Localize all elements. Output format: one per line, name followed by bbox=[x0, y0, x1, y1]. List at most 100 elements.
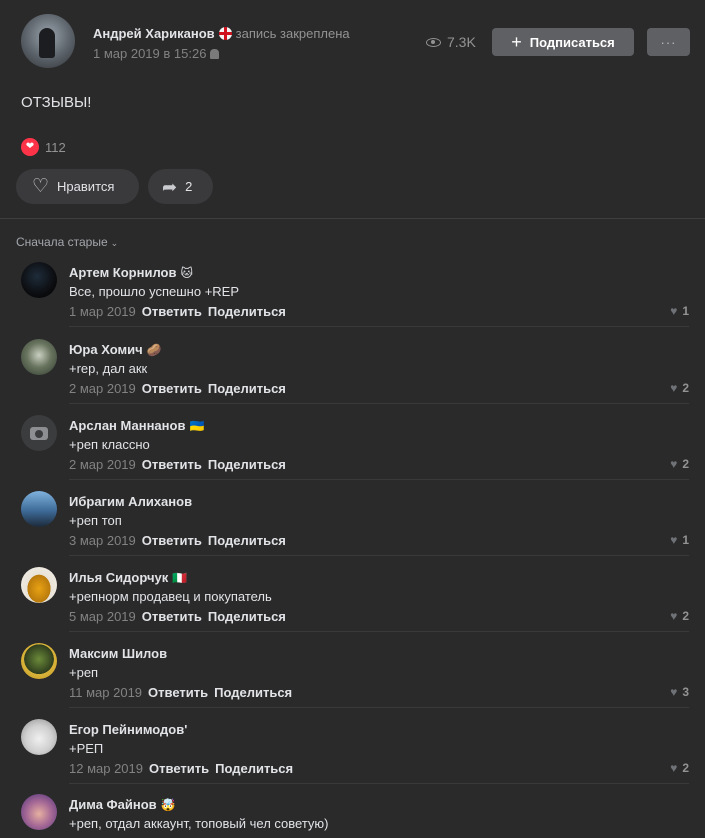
comment-like-count: 2 bbox=[682, 457, 689, 471]
comment-text: +репнорм продавец и покупатель bbox=[69, 589, 272, 604]
heart-icon: ♥ bbox=[670, 457, 678, 471]
comment-divider bbox=[69, 403, 689, 404]
commenter-avatar[interactable] bbox=[21, 339, 57, 375]
status-emoji-icon: 🐱 bbox=[180, 266, 194, 280]
reactions-summary[interactable]: ❤ 112 bbox=[21, 138, 66, 156]
commenter-name[interactable]: Максим Шилов bbox=[69, 646, 167, 661]
author-name-row: Андрей Хариканов запись закреплена bbox=[93, 26, 350, 41]
comment-like-count: 1 bbox=[682, 304, 689, 318]
comment-like-button[interactable]: ♥ 1 bbox=[670, 304, 689, 318]
heart-icon: ♥ bbox=[670, 761, 678, 775]
comment-date[interactable]: 2 мар 2019 bbox=[69, 457, 136, 472]
heart-icon: ♥ bbox=[670, 609, 678, 623]
reply-button[interactable]: Ответить bbox=[149, 761, 209, 776]
author-name[interactable]: Андрей Хариканов bbox=[93, 26, 215, 41]
comment-like-button[interactable]: ♥ 2 bbox=[670, 381, 689, 395]
england-flag-icon bbox=[218, 27, 232, 40]
reply-button[interactable]: Ответить bbox=[142, 304, 202, 319]
comment-divider bbox=[69, 783, 689, 784]
comment-like-button[interactable]: ♥ 3 bbox=[670, 685, 689, 699]
heart-reaction-icon: ❤ bbox=[21, 138, 39, 156]
views-count: 7.3K bbox=[447, 34, 476, 50]
like-button[interactable]: ♡ Нравится bbox=[16, 169, 139, 204]
share-comment-button[interactable]: Поделиться bbox=[208, 609, 286, 624]
commenter-name[interactable]: Дима Файнов bbox=[69, 797, 157, 812]
reply-button[interactable]: Ответить bbox=[142, 457, 202, 472]
comment-date[interactable]: 2 мар 2019 bbox=[69, 381, 136, 396]
commenter-name-row: Ибрагим Алиханов bbox=[69, 494, 196, 509]
heart-outline-icon: ♡ bbox=[32, 176, 50, 197]
comment-text: +реп, отдал аккаунт, топовый чел советую… bbox=[69, 816, 329, 831]
heart-icon: ♥ bbox=[670, 304, 678, 318]
comment-like-button[interactable]: ♥ 2 bbox=[670, 761, 689, 775]
comment-like-button[interactable]: ♥ 2 bbox=[670, 457, 689, 471]
divider bbox=[0, 218, 705, 219]
plus-icon: + bbox=[511, 32, 522, 52]
comment-like-count: 3 bbox=[682, 685, 689, 699]
commenter-name[interactable]: Илья Сидорчук bbox=[69, 570, 168, 585]
share-comment-button[interactable]: Поделиться bbox=[208, 533, 286, 548]
comment-meta: 11 мар 2019 Ответить Поделиться bbox=[69, 685, 292, 700]
comment-date[interactable]: 3 мар 2019 bbox=[69, 533, 136, 548]
commenter-avatar[interactable] bbox=[21, 262, 57, 298]
commenter-avatar[interactable] bbox=[21, 794, 57, 830]
status-emoji-icon: 🤯 bbox=[160, 798, 176, 812]
comment-like-button[interactable]: ♥ 1 bbox=[670, 533, 689, 547]
commenter-avatar[interactable] bbox=[21, 491, 57, 527]
share-comment-button[interactable]: Поделиться bbox=[215, 761, 293, 776]
commenter-name[interactable]: Егор Пейнимодов' bbox=[69, 722, 187, 737]
post-date-row: 1 мар 2019 в 15:26 bbox=[93, 46, 220, 61]
commenter-name[interactable]: Юра Хомич bbox=[69, 342, 143, 357]
share-comment-button[interactable]: Поделиться bbox=[208, 457, 286, 472]
commenter-avatar[interactable] bbox=[21, 643, 57, 679]
comment-text: +реп топ bbox=[69, 513, 122, 528]
subscribe-button[interactable]: + Подписаться bbox=[492, 28, 634, 56]
author-avatar[interactable] bbox=[21, 14, 75, 68]
status-emoji-icon: 🇮🇹 bbox=[172, 571, 188, 585]
commenter-name-row: Егор Пейнимодов' bbox=[69, 722, 191, 737]
share-comment-button[interactable]: Поделиться bbox=[208, 381, 286, 396]
comment-text: Все, прошло успешно +REP bbox=[69, 284, 240, 299]
status-emoji-icon: 🇺🇦 bbox=[189, 419, 205, 433]
android-icon bbox=[210, 49, 220, 59]
reply-button[interactable]: Ответить bbox=[142, 381, 202, 396]
comment-date[interactable]: 11 мар 2019 bbox=[69, 685, 142, 700]
comment-like-button[interactable]: ♥ 2 bbox=[670, 609, 689, 623]
commenter-name-row: Максим Шилов bbox=[69, 646, 171, 661]
reply-button[interactable]: Ответить bbox=[148, 685, 208, 700]
commenter-avatar[interactable] bbox=[21, 567, 57, 603]
status-emoji-icon: 🥔 bbox=[146, 343, 162, 357]
comment-text: +rep, дал акк bbox=[69, 361, 148, 376]
commenter-name[interactable]: Ибрагим Алиханов bbox=[69, 494, 192, 509]
commenter-name[interactable]: Арслан Маннанов bbox=[69, 418, 185, 433]
share-button[interactable]: ➦ 2 bbox=[148, 169, 213, 204]
commenter-avatar[interactable] bbox=[21, 719, 57, 755]
comment-meta: 2 мар 2019 Ответить Поделиться bbox=[69, 381, 286, 396]
more-options-button[interactable]: ··· bbox=[647, 28, 690, 56]
commenter-name-row: Арслан Маннанов 🇺🇦 bbox=[69, 418, 204, 433]
commenter-name[interactable]: Артем Корнилов bbox=[69, 265, 177, 280]
post-text: ОТЗЫВЫ! bbox=[21, 94, 92, 111]
comment-date[interactable]: 12 мар 2019 bbox=[69, 761, 143, 776]
comment-meta: 12 мар 2019 Ответить Поделиться bbox=[69, 761, 293, 776]
comment-text: +реп bbox=[69, 665, 99, 680]
comment-meta: 3 мар 2019 Ответить Поделиться bbox=[69, 533, 286, 548]
post-date[interactable]: 1 мар 2019 в 15:26 bbox=[93, 46, 206, 61]
share-comment-button[interactable]: Поделиться bbox=[214, 685, 292, 700]
commenter-avatar[interactable] bbox=[21, 415, 57, 451]
comment-divider bbox=[69, 707, 689, 708]
eye-icon bbox=[426, 38, 441, 47]
chevron-down-icon: ⌄ bbox=[110, 238, 119, 248]
views-counter: 7.3K bbox=[426, 34, 476, 50]
comment-like-count: 2 bbox=[682, 381, 689, 395]
comment-date[interactable]: 5 мар 2019 bbox=[69, 609, 136, 624]
reply-button[interactable]: Ответить bbox=[142, 533, 202, 548]
sort-toggle[interactable]: Сначала старые ⌄ bbox=[16, 235, 118, 249]
comment-like-count: 2 bbox=[682, 609, 689, 623]
comment-meta: 5 мар 2019 Ответить Поделиться bbox=[69, 609, 286, 624]
share-comment-button[interactable]: Поделиться bbox=[208, 304, 286, 319]
comment-date[interactable]: 1 мар 2019 bbox=[69, 304, 136, 319]
comment-text: +реп классно bbox=[69, 437, 150, 452]
comment-divider bbox=[69, 479, 689, 480]
reply-button[interactable]: Ответить bbox=[142, 609, 202, 624]
